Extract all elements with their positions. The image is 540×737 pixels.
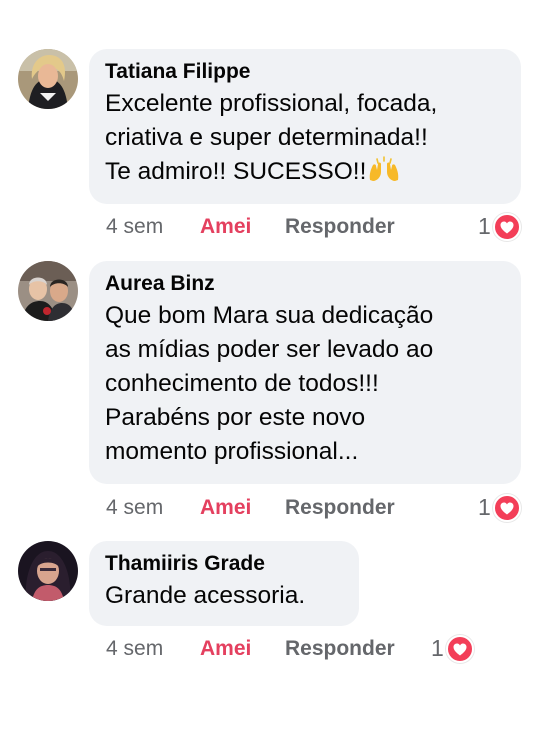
comment-author[interactable]: Aurea Binz xyxy=(105,271,505,297)
comment-text-line: Excelente profissional, focada, xyxy=(105,90,438,117)
reaction-count-value: 1 xyxy=(478,494,491,520)
comment-timestamp[interactable]: 4 sem xyxy=(106,214,163,240)
comment-text: Excelente profissional, focada, criativa… xyxy=(105,87,505,192)
comment-text-line: conhecimento de todos!!! xyxy=(105,370,379,397)
comment-text-line: criativa e super determinada!! xyxy=(105,124,428,151)
comment-text-fragment: Te admiro!! SUCESSO!! xyxy=(105,158,367,185)
comment-text-line: as mídias poder ser levado ao xyxy=(105,336,434,363)
heart-icon xyxy=(445,635,474,663)
reply-button[interactable]: Responder xyxy=(285,636,395,662)
comment-bubble: Thamiiris Grade Grande acessoria. xyxy=(89,541,359,626)
reply-button[interactable]: Responder xyxy=(285,214,395,240)
comment-timestamp[interactable]: 4 sem xyxy=(106,636,163,662)
heart-icon xyxy=(492,213,521,241)
avatar[interactable] xyxy=(18,541,78,601)
love-reaction-button[interactable]: Amei xyxy=(200,214,251,240)
love-reaction-button[interactable]: Amei xyxy=(200,495,251,521)
raising-hands-emoji xyxy=(367,156,401,192)
avatar[interactable] xyxy=(18,261,78,321)
comment-author[interactable]: Tatiana Filippe xyxy=(105,59,505,85)
comment-text-line: Grande acessoria. xyxy=(105,582,306,609)
reaction-count-value: 1 xyxy=(431,635,444,661)
comment-author[interactable]: Thamiiris Grade xyxy=(105,551,343,577)
comment-text-line: momento profissional... xyxy=(105,438,359,465)
comment-bubble: Aurea Binz Que bom Mara sua dedicação as… xyxy=(89,261,521,484)
reaction-count-value: 1 xyxy=(478,213,491,239)
comment-bubble: Tatiana Filippe Excelente profissional, … xyxy=(89,49,521,204)
heart-icon xyxy=(492,494,521,522)
comment-text-line: Te admiro!! SUCESSO!! xyxy=(105,155,505,192)
reply-button[interactable]: Responder xyxy=(285,495,395,521)
reaction-count[interactable]: 1 xyxy=(478,494,521,524)
reaction-count[interactable]: 1 xyxy=(478,213,521,243)
comment-text: Grande acessoria. xyxy=(105,579,343,613)
comment-timestamp[interactable]: 4 sem xyxy=(106,495,163,521)
avatar[interactable] xyxy=(18,49,78,109)
reaction-count[interactable]: 1 xyxy=(431,635,474,665)
comment-text: Que bom Mara sua dedicação as mídias pod… xyxy=(105,299,505,469)
comment-text-line: Parabéns por este novo xyxy=(105,404,366,431)
love-reaction-button[interactable]: Amei xyxy=(200,636,251,662)
comment-text-line: Que bom Mara sua dedicação xyxy=(105,302,434,329)
